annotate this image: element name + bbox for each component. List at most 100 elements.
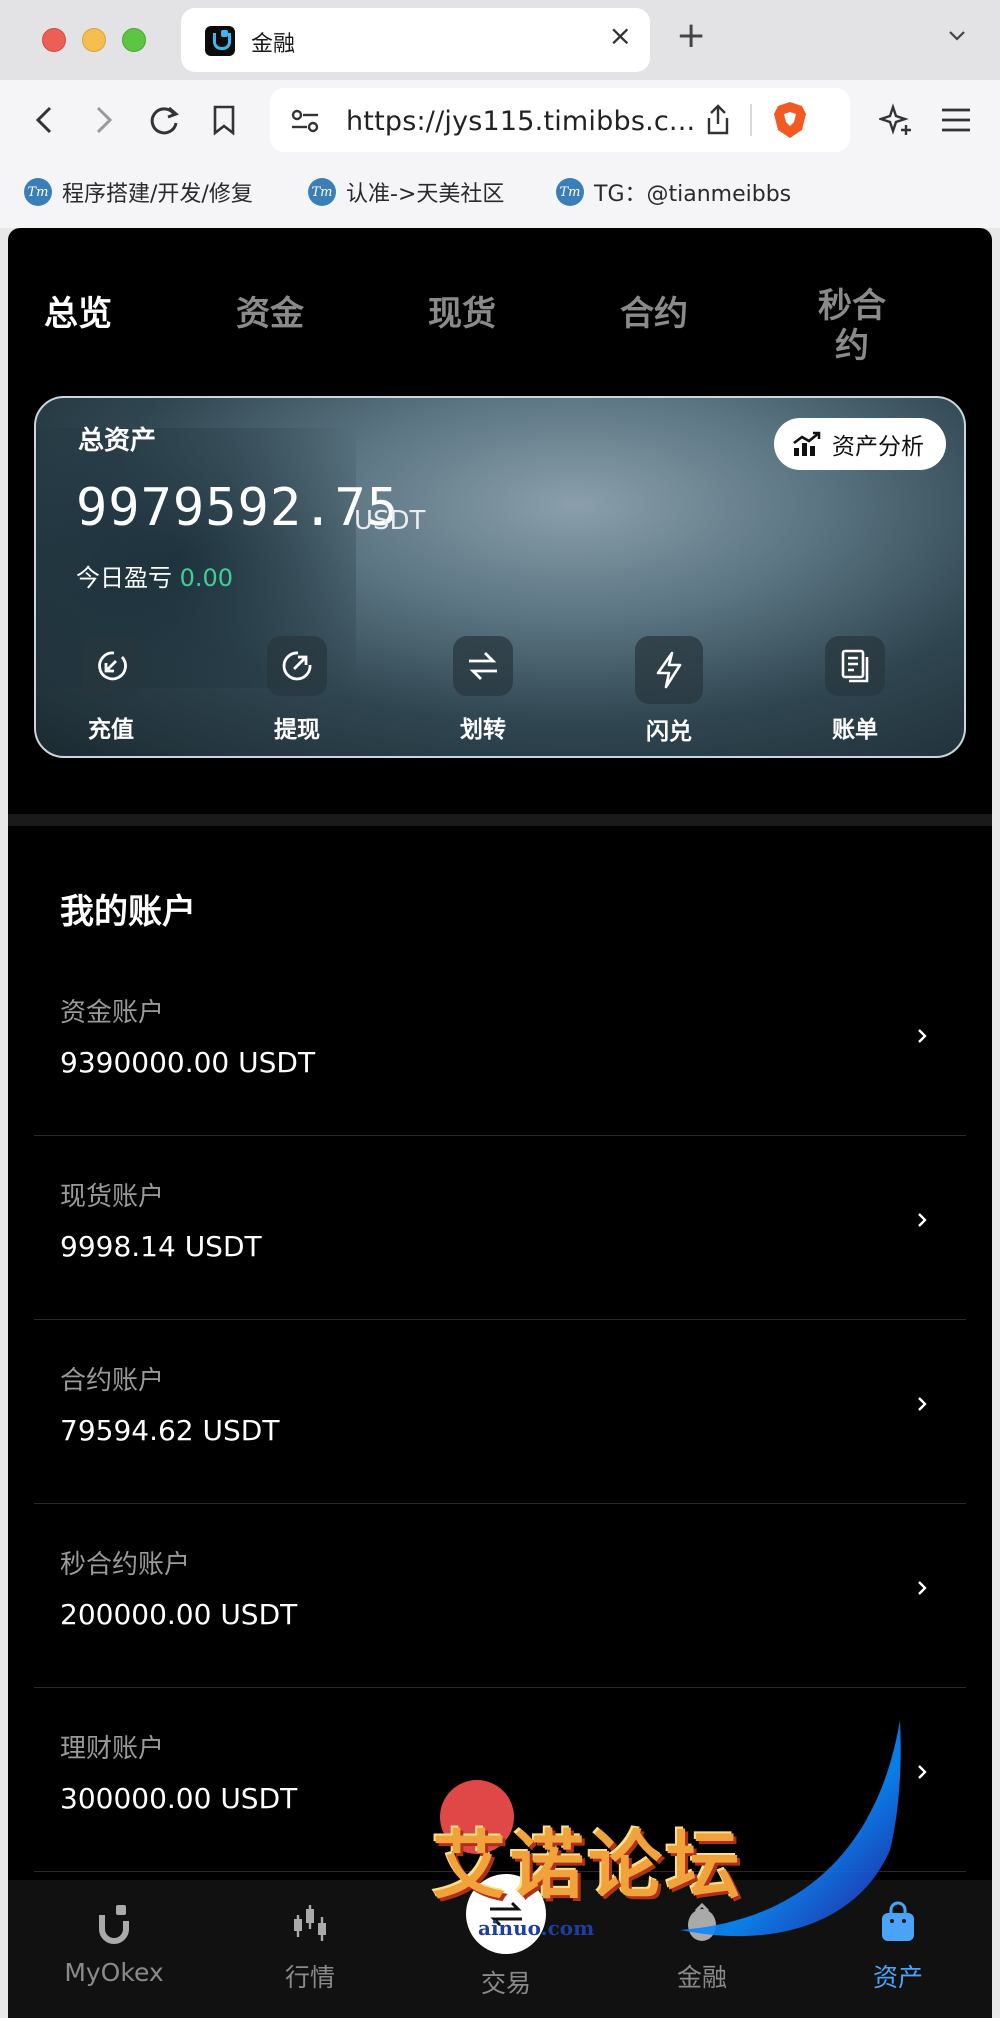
back-icon[interactable]: [24, 100, 64, 140]
flash-exchange-icon: [635, 636, 703, 704]
brave-shield-icon[interactable]: [772, 100, 808, 140]
new-tab-icon[interactable]: +: [676, 18, 706, 54]
chart-trend-icon: [793, 431, 821, 456]
bottom-navigation: MyOkex 行情 交易 金融 资产: [8, 1874, 992, 2018]
transfer-button[interactable]: 划转: [428, 636, 538, 744]
tab-close-icon[interactable]: ×: [609, 22, 632, 50]
bookmarks-bar: Tm 程序搭建/开发/修复 Tm 认准->天美社区 Tm TG：@tianmei…: [0, 160, 1000, 228]
market-icon: [285, 1898, 335, 1948]
nav-trade[interactable]: 交易: [436, 1874, 576, 2000]
transfer-icon: [453, 636, 513, 696]
bookmark-label: TG：@tianmeibbs: [594, 182, 792, 207]
flash-exchange-button[interactable]: 闪兑: [614, 636, 724, 746]
asset-tabs: 总览 资金 现货 合约 秒合 约: [8, 228, 992, 378]
tab-second-contract-line1: 秒合: [818, 286, 886, 326]
flash-exchange-label: 闪兑: [646, 719, 692, 745]
account-balance: 79594.62 USDT: [60, 1414, 280, 1447]
browser-tab-active[interactable]: 金融 ×: [181, 8, 650, 72]
window-minimize-button[interactable]: [82, 28, 106, 52]
bookmark-icon[interactable]: [204, 100, 244, 140]
bill-button[interactable]: 账单: [800, 636, 910, 744]
nav-label: 资产: [872, 1963, 923, 1992]
nav-market[interactable]: 行情: [240, 1898, 380, 1994]
bookmark-label: 程序搭建/开发/修复: [62, 182, 253, 207]
withdraw-label: 提现: [274, 717, 320, 743]
account-name: 合约账户: [60, 1366, 165, 1396]
url-text[interactable]: https://jys115.timibbs.c...: [346, 106, 695, 137]
site-settings-icon[interactable]: [290, 108, 320, 134]
nav-finance[interactable]: 金融: [632, 1898, 772, 1994]
ai-sparkle-icon[interactable]: [876, 100, 916, 140]
account-row-wealth[interactable]: 理财账户 300000.00 USDT: [34, 1688, 966, 1872]
tab-second-contract[interactable]: 秒合 约: [814, 286, 890, 366]
reload-icon[interactable]: [144, 100, 184, 140]
account-name: 秒合约账户: [60, 1550, 191, 1580]
account-row-second-contract[interactable]: 秒合约账户 200000.00 USDT: [34, 1504, 966, 1688]
account-name: 理财账户: [60, 1734, 165, 1764]
tab-funds[interactable]: 资金: [236, 286, 304, 335]
trade-icon: [466, 1874, 546, 1954]
forward-icon[interactable]: [84, 100, 124, 140]
asset-analysis-button[interactable]: 资产分析: [774, 418, 946, 470]
tab-second-contract-line2: 约: [835, 326, 869, 366]
account-row-funding[interactable]: 资金账户 9390000.00 USDT: [34, 952, 966, 1136]
home-logo-icon: [89, 1898, 139, 1948]
site-favicon-icon: [205, 26, 235, 56]
menu-icon[interactable]: [936, 100, 976, 140]
account-balance: 300000.00 USDT: [60, 1782, 298, 1815]
address-bar[interactable]: https://jys115.timibbs.c...: [270, 88, 850, 152]
tab-list-chevron-icon[interactable]: [948, 26, 966, 44]
bill-label: 账单: [832, 717, 878, 743]
deposit-button[interactable]: 充值: [56, 636, 166, 744]
bookmark-item[interactable]: Tm 认准->天美社区: [308, 176, 504, 208]
assets-icon: [873, 1898, 923, 1948]
chevron-right-icon: [918, 1397, 927, 1411]
deposit-label: 充值: [88, 717, 134, 743]
deposit-icon: [81, 636, 141, 696]
window-zoom-button[interactable]: [122, 28, 146, 52]
account-balance: 200000.00 USDT: [60, 1598, 298, 1631]
section-divider: [8, 814, 992, 826]
browser-toolbar: https://jys115.timibbs.c...: [0, 80, 1000, 160]
window-close-button[interactable]: [42, 28, 66, 52]
share-icon[interactable]: [704, 104, 732, 136]
transfer-label: 划转: [460, 717, 506, 743]
account-balance: 9390000.00 USDT: [60, 1046, 316, 1079]
finance-icon: [677, 1898, 727, 1948]
bookmark-favicon-icon: Tm: [556, 178, 584, 206]
tab-futures[interactable]: 合约: [620, 286, 688, 335]
nav-assets[interactable]: 资产: [828, 1898, 968, 1994]
withdraw-button[interactable]: 提现: [242, 636, 352, 744]
nav-label: MyOkex: [64, 1958, 164, 1987]
total-assets-title: 总资产: [78, 426, 157, 456]
today-pnl: 今日盈亏 0.00: [76, 558, 233, 593]
account-balance: 9998.14 USDT: [60, 1230, 262, 1263]
nav-myokex[interactable]: MyOkex: [44, 1898, 184, 1987]
chevron-right-icon: [918, 1581, 927, 1595]
page-content: 总览 资金 现货 合约 秒合 约 总资产 资产分析 9979592.75 USD…: [8, 228, 992, 2018]
today-pnl-label: 今日盈亏: [76, 564, 172, 592]
total-assets-amount: 9979592.75: [76, 478, 400, 538]
withdraw-icon: [267, 636, 327, 696]
address-bar-separator: [750, 104, 752, 136]
chevron-right-icon: [918, 1029, 927, 1043]
nav-label: 行情: [284, 1963, 335, 1992]
bookmark-item[interactable]: Tm TG：@tianmeibbs: [556, 176, 791, 208]
tab-title: 金融: [251, 32, 296, 57]
total-assets-unit: USDT: [354, 506, 426, 536]
browser-tab-bar: 金融 × +: [0, 0, 1000, 80]
total-assets-card: 总资产 资产分析 9979592.75 USDT 今日盈亏 0.00 充值 提现: [34, 396, 966, 758]
bookmark-favicon-icon: Tm: [308, 178, 336, 206]
chevron-right-icon: [918, 1213, 927, 1227]
account-row-spot[interactable]: 现货账户 9998.14 USDT: [34, 1136, 966, 1320]
bill-icon: [825, 636, 885, 696]
tab-overview[interactable]: 总览: [44, 286, 112, 335]
nav-label: 交易: [480, 1969, 531, 1998]
chevron-right-icon: [918, 1765, 927, 1779]
bookmark-favicon-icon: Tm: [24, 178, 52, 206]
nav-label: 金融: [676, 1963, 727, 1992]
bookmark-item[interactable]: Tm 程序搭建/开发/修复: [24, 176, 253, 208]
asset-analysis-label: 资产分析: [832, 434, 924, 460]
account-row-futures[interactable]: 合约账户 79594.62 USDT: [34, 1320, 966, 1504]
tab-spot[interactable]: 现货: [428, 286, 496, 335]
